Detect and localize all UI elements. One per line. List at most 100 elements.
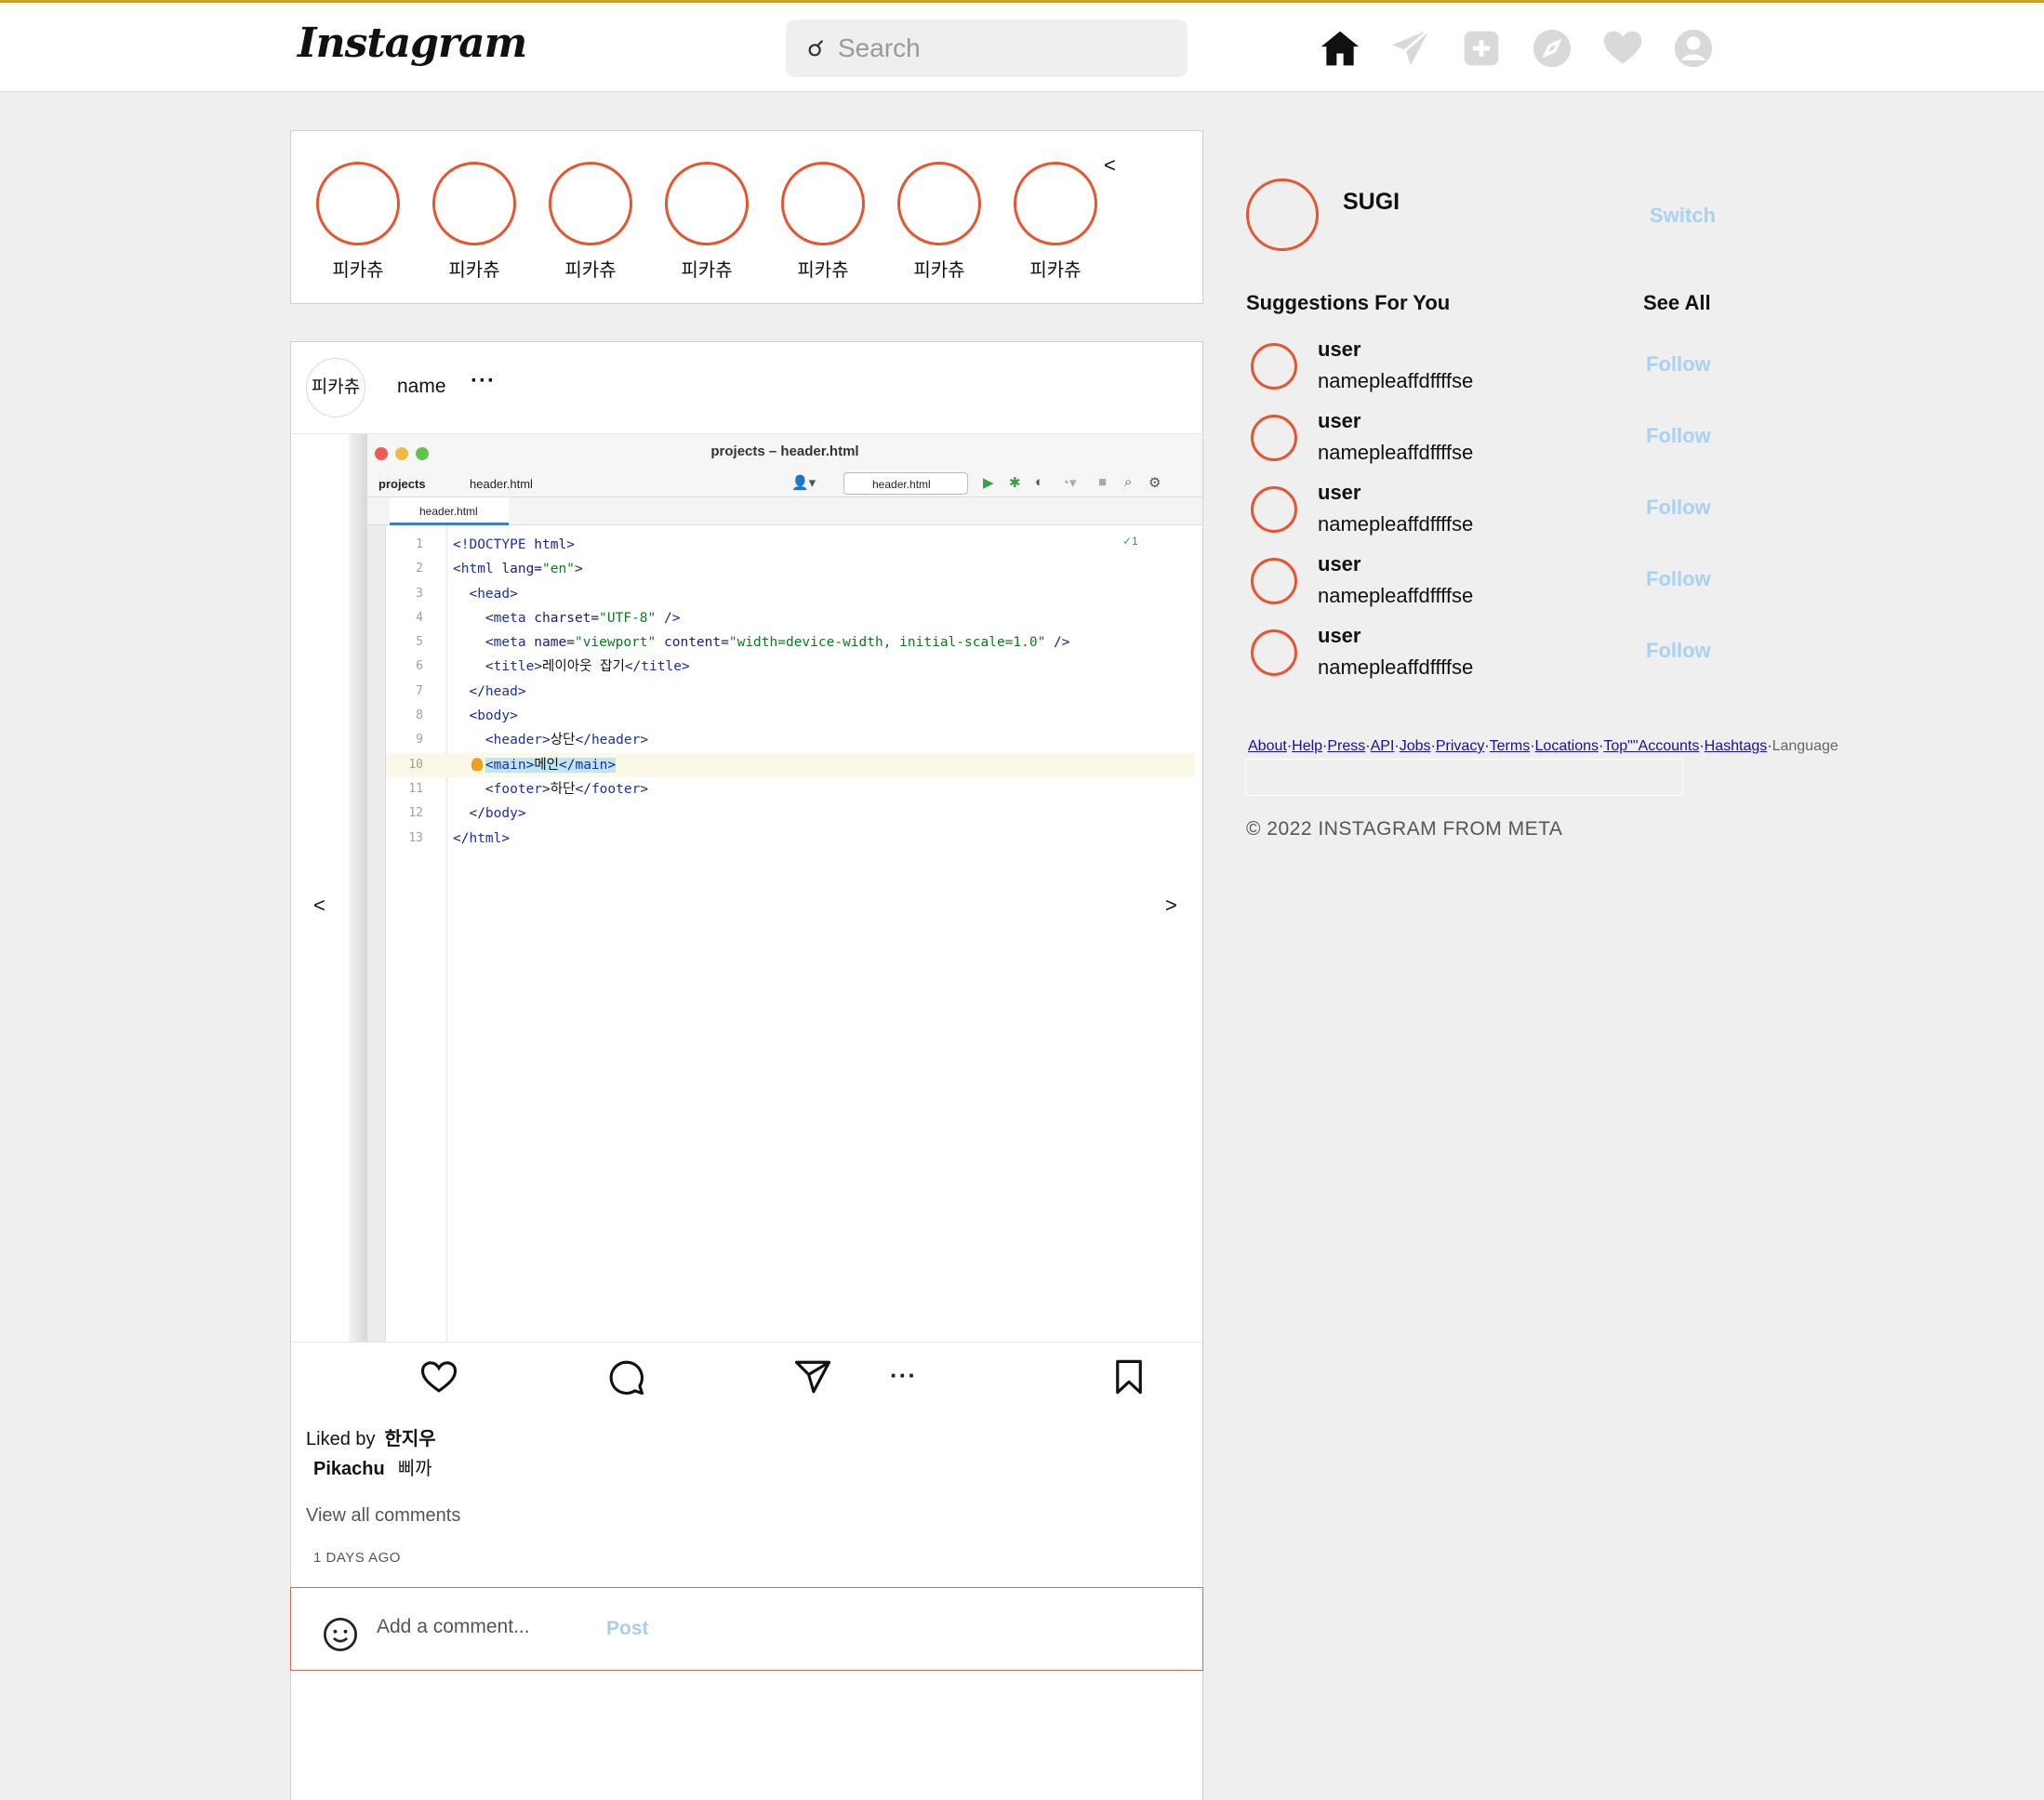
- suggestion-username-cont[interactable]: namepleaffdffffse: [1318, 655, 1473, 680]
- breadcrumb-project: projects: [378, 477, 426, 491]
- story-avatar[interactable]: [549, 162, 632, 245]
- action-more-icon[interactable]: ···: [890, 1361, 917, 1390]
- follow-button[interactable]: Follow: [1646, 352, 1711, 377]
- footer-link-top-accounts[interactable]: Top""Accounts: [1603, 738, 1699, 754]
- line-number: 12: [408, 806, 423, 821]
- story-avatar[interactable]: [781, 162, 865, 245]
- story-avatar[interactable]: [665, 162, 749, 245]
- ide-file-tab: header.html: [390, 497, 509, 525]
- footer-link-terms[interactable]: Terms: [1490, 738, 1531, 754]
- current-user-name[interactable]: SUGI: [1343, 189, 1400, 216]
- suggestion-username-cont[interactable]: namepleaffdffffse: [1318, 512, 1473, 536]
- suggestion-avatar[interactable]: [1251, 558, 1297, 604]
- story-item[interactable]: 피카츄: [548, 162, 633, 282]
- code-line: 5 <meta name="viewport" content="width=d…: [386, 630, 1195, 655]
- suggestion-username[interactable]: user: [1318, 338, 1360, 362]
- suggestion-username-cont[interactable]: namepleaffdffffse: [1318, 584, 1473, 608]
- ide-code-lines: 1 <!DOCTYPE html> 2 <html lang="en"> 3 <head…: [386, 533, 1195, 851]
- post-options-button[interactable]: ···: [471, 368, 496, 394]
- add-post-icon[interactable]: [1460, 27, 1503, 70]
- story-avatar[interactable]: [316, 162, 400, 245]
- story-item[interactable]: 피카츄: [315, 162, 401, 282]
- post-comment-button[interactable]: Post: [606, 1618, 649, 1640]
- line-number: 2: [416, 562, 423, 576]
- suggestion-avatar[interactable]: [1251, 486, 1297, 533]
- profile-icon[interactable]: [1672, 27, 1715, 70]
- story-item[interactable]: 피카츄: [431, 162, 517, 282]
- code-text: <meta name="viewport" content="width=dev…: [453, 635, 1070, 651]
- footer-link-locations[interactable]: Locations: [1535, 738, 1599, 754]
- post-caption: Pikachu 삐까: [313, 1453, 432, 1480]
- heart-icon[interactable]: [1601, 27, 1644, 70]
- ide-search-icon: ⌕: [1124, 474, 1133, 490]
- suggestion-username[interactable]: user: [1318, 552, 1360, 576]
- post-timestamp: 1 DAYS AGO: [313, 1550, 401, 1566]
- suggestions-title: Suggestions For You: [1246, 291, 1451, 314]
- home-icon[interactable]: [1319, 27, 1361, 70]
- search-box[interactable]: [786, 20, 1188, 77]
- code-text: <footer>하단</footer>: [453, 781, 649, 797]
- code-text: </head>: [453, 683, 526, 699]
- follow-button[interactable]: Follow: [1646, 496, 1711, 520]
- line-number: 13: [408, 830, 423, 845]
- media-prev-button[interactable]: <: [313, 893, 325, 918]
- search-input[interactable]: [838, 33, 1173, 63]
- paper-plane-icon[interactable]: [1389, 27, 1432, 70]
- suggestion-username-cont[interactable]: namepleaffdffffse: [1318, 441, 1473, 465]
- comment-bubble-icon[interactable]: [606, 1357, 645, 1396]
- suggestion-username[interactable]: user: [1318, 481, 1360, 505]
- story-item[interactable]: 피카츄: [896, 162, 982, 282]
- comment-input[interactable]: [377, 1616, 591, 1638]
- footer-language[interactable]: Language: [1772, 738, 1838, 754]
- media-next-button[interactable]: >: [1165, 893, 1177, 918]
- switch-account-button[interactable]: Switch: [1650, 204, 1716, 228]
- copyright-text: © 2022 INSTAGRAM FROM META: [1246, 818, 1563, 840]
- post-media: < > projects – header.html projects head…: [291, 433, 1202, 1343]
- suggestion-item: user namepleaffdffffse Follow: [1246, 409, 1730, 474]
- story-avatar[interactable]: [1014, 162, 1097, 245]
- see-all-button[interactable]: See All: [1643, 291, 1711, 315]
- like-heart-icon[interactable]: [419, 1357, 458, 1396]
- post-author-avatar[interactable]: 피카츄: [306, 358, 365, 417]
- story-item[interactable]: 피카츄: [780, 162, 866, 282]
- footer-link-jobs[interactable]: Jobs: [1400, 738, 1431, 754]
- user-icon: 👤▾: [791, 475, 816, 491]
- ide-editor-tabs: header.html: [367, 497, 1202, 525]
- story-item[interactable]: 피카츄: [664, 162, 750, 282]
- code-line: 2 <html lang="en">: [386, 557, 1195, 581]
- suggestion-avatar[interactable]: [1251, 415, 1297, 461]
- follow-button[interactable]: Follow: [1646, 567, 1711, 591]
- suggestion-username-cont[interactable]: namepleaffdffffse: [1318, 369, 1473, 393]
- ide-title-bar: projects – header.html: [367, 434, 1202, 470]
- code-line: 4 <meta charset="UTF-8" />: [386, 606, 1195, 630]
- footer-link-press[interactable]: Press: [1327, 738, 1365, 754]
- ide-window-title: projects – header.html: [710, 443, 859, 459]
- emoji-smiley-icon[interactable]: [323, 1617, 358, 1652]
- follow-button[interactable]: Follow: [1646, 639, 1711, 663]
- instagram-logo[interactable]: Instagram: [298, 20, 527, 67]
- suggestion-avatar[interactable]: [1251, 629, 1297, 676]
- footer-link-help[interactable]: Help: [1292, 738, 1322, 754]
- share-plane-icon[interactable]: [793, 1357, 832, 1396]
- suggestion-avatar[interactable]: [1251, 343, 1297, 390]
- liked-by-user[interactable]: 한지우: [385, 1429, 436, 1449]
- view-all-comments-link[interactable]: View all comments: [306, 1505, 460, 1527]
- story-avatar[interactable]: [897, 162, 981, 245]
- story-label: 피카츄: [797, 260, 849, 281]
- footer-link-hashtags[interactable]: Hashtags: [1705, 738, 1768, 754]
- caption-user[interactable]: Pikachu: [313, 1459, 385, 1479]
- footer-link-privacy[interactable]: Privacy: [1436, 738, 1484, 754]
- explore-compass-icon[interactable]: [1531, 27, 1573, 70]
- story-avatar[interactable]: [432, 162, 516, 245]
- line-number: 7: [416, 683, 423, 698]
- suggestion-username[interactable]: user: [1318, 409, 1360, 433]
- bookmark-icon[interactable]: [1109, 1357, 1148, 1396]
- footer-link-api[interactable]: API: [1371, 738, 1395, 754]
- footer-link-about[interactable]: About: [1248, 738, 1287, 754]
- follow-button[interactable]: Follow: [1646, 424, 1711, 448]
- stories-prev-button[interactable]: <: [1104, 153, 1116, 178]
- suggestion-username[interactable]: user: [1318, 624, 1360, 648]
- story-item[interactable]: 피카츄: [1013, 162, 1098, 282]
- current-user-avatar[interactable]: [1246, 179, 1319, 251]
- post-author-name[interactable]: name: [397, 376, 446, 398]
